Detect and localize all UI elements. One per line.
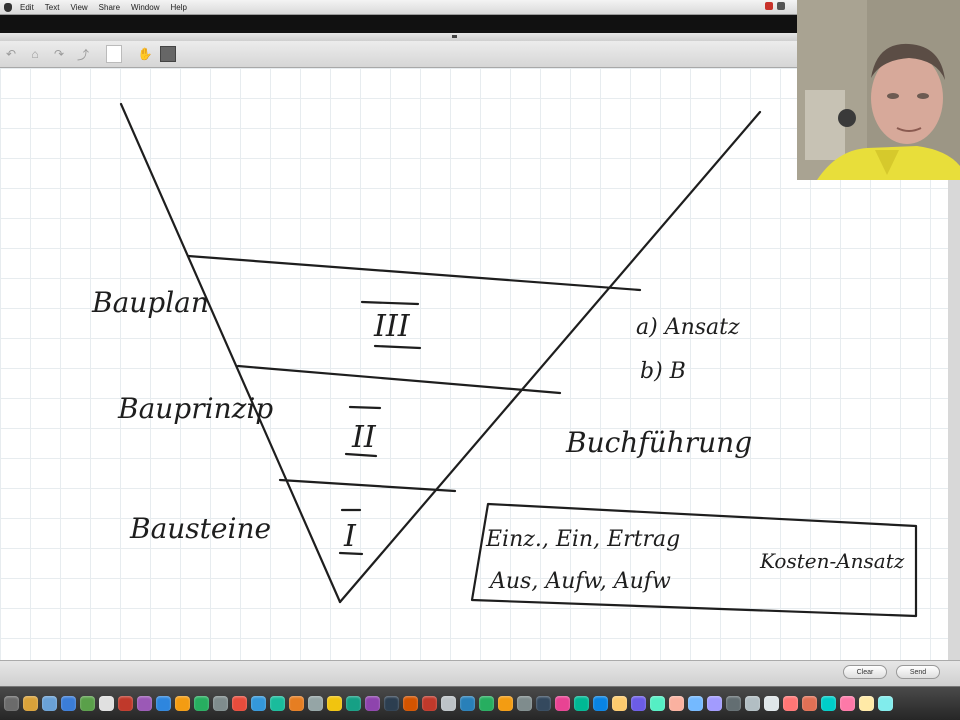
dock-app-icon[interactable] (441, 696, 456, 711)
left-label-bausteine: Bausteine (129, 512, 271, 545)
roman-overbar-2 (348, 405, 382, 410)
dock-app-icon[interactable] (270, 696, 285, 711)
dock-app-icon[interactable] (859, 696, 874, 711)
menu-help[interactable]: Help (170, 3, 186, 12)
right-note-a: a) Ansatz (636, 315, 740, 340)
dock-app-icon[interactable] (137, 696, 152, 711)
dock-app-icon[interactable] (536, 696, 551, 711)
dock-app-icon[interactable] (726, 696, 741, 711)
dock-app-icon[interactable] (80, 696, 95, 711)
shape-icon[interactable]: ⌂ (26, 45, 44, 63)
dock-app-icon[interactable] (23, 696, 38, 711)
dock-app-icon[interactable] (783, 696, 798, 711)
dock-app-icon[interactable] (821, 696, 836, 711)
status-icons (765, 2, 785, 10)
dock-app-icon[interactable] (365, 696, 380, 711)
dock-app-icon[interactable] (745, 696, 760, 711)
dock-app-icon[interactable] (289, 696, 304, 711)
menu-share[interactable]: Share (99, 3, 120, 12)
roman-label-1: I (343, 519, 357, 554)
dock-app-icon[interactable] (764, 696, 779, 711)
box-side-label: Kosten-Ansatz (759, 549, 905, 573)
dock-app-icon[interactable] (555, 696, 570, 711)
dock-app-icon[interactable] (194, 696, 209, 711)
dock (0, 686, 960, 720)
bottom-bar (0, 660, 960, 687)
menu-edit[interactable]: Edit (20, 3, 34, 12)
arrow-icon[interactable]: ⤴ (74, 45, 92, 63)
dock-app-icon[interactable] (384, 696, 399, 711)
presenter-video (797, 0, 960, 180)
box-line-2: Aus, Aufw, Aufw (488, 569, 671, 594)
roman-label-2: II (351, 420, 377, 455)
webcam-overlay (797, 0, 960, 180)
box-line-1: Einz., Ein, Ertrag (485, 527, 680, 552)
dock-app-icon[interactable] (479, 696, 494, 711)
dock-app-icon[interactable] (498, 696, 513, 711)
dock-app-icon[interactable] (327, 696, 342, 711)
menu-view[interactable]: View (70, 3, 87, 12)
dock-app-icon[interactable] (707, 696, 722, 711)
dock-app-icon[interactable] (574, 696, 589, 711)
status-icon[interactable] (777, 2, 785, 10)
dock-app-icon[interactable] (517, 696, 532, 711)
dock-app-icon[interactable] (878, 696, 893, 711)
dock-app-icon[interactable] (688, 696, 703, 711)
level-line-bottom (278, 478, 457, 493)
dock-app-icon[interactable] (251, 696, 266, 711)
dock-app-icon[interactable] (232, 696, 247, 711)
right-note-buchfuehrung: Buchführung (565, 426, 752, 459)
dock-app-icon[interactable] (669, 696, 684, 711)
window-side-edge (948, 180, 960, 660)
dock-app-icon[interactable] (4, 696, 19, 711)
dock-app-icon[interactable] (460, 696, 475, 711)
redo-icon[interactable]: ↷ (50, 45, 68, 63)
image-icon[interactable] (160, 46, 176, 62)
roman-overbar-3 (360, 300, 420, 306)
dock-app-icon[interactable] (42, 696, 57, 711)
dock-app-icon[interactable] (99, 696, 114, 711)
menu-window[interactable]: Window (131, 3, 159, 12)
new-page-icon[interactable] (106, 45, 122, 63)
send-button[interactable]: Send (896, 665, 940, 679)
left-label-bauprinzip: Bauprinzip (117, 392, 273, 425)
dock-app-icon[interactable] (631, 696, 646, 711)
dock-app-icon[interactable] (422, 696, 437, 711)
level-line-middle (236, 364, 562, 395)
undo-icon[interactable]: ↶ (2, 45, 20, 63)
recording-icon[interactable] (765, 2, 773, 10)
dock-app-icon[interactable] (308, 696, 323, 711)
dock-app-icon[interactable] (840, 696, 855, 711)
menu-text[interactable]: Text (45, 3, 60, 12)
dock-app-icon[interactable] (213, 696, 228, 711)
dock-app-icon[interactable] (802, 696, 817, 711)
roman-label-3: III (373, 309, 411, 344)
dock-app-icon[interactable] (612, 696, 627, 711)
dock-app-icon[interactable] (118, 696, 133, 711)
dock-app-icon[interactable] (650, 696, 665, 711)
level-line-top (186, 254, 642, 292)
title-dot (452, 35, 457, 38)
apple-icon[interactable] (4, 2, 12, 12)
hand-icon[interactable]: ✋ (136, 45, 154, 63)
dock-app-icon[interactable] (156, 696, 171, 711)
dock-app-icon[interactable] (593, 696, 608, 711)
clear-button[interactable]: Clear (843, 665, 887, 679)
dock-app-icon[interactable] (61, 696, 76, 711)
dock-app-icon[interactable] (175, 696, 190, 711)
roman-underbar-3 (373, 344, 422, 350)
dock-app-icon[interactable] (346, 696, 361, 711)
dock-app-icon[interactable] (403, 696, 418, 711)
left-label-bauplan: Bauplan (91, 286, 209, 319)
right-note-b: b) B (640, 359, 686, 384)
